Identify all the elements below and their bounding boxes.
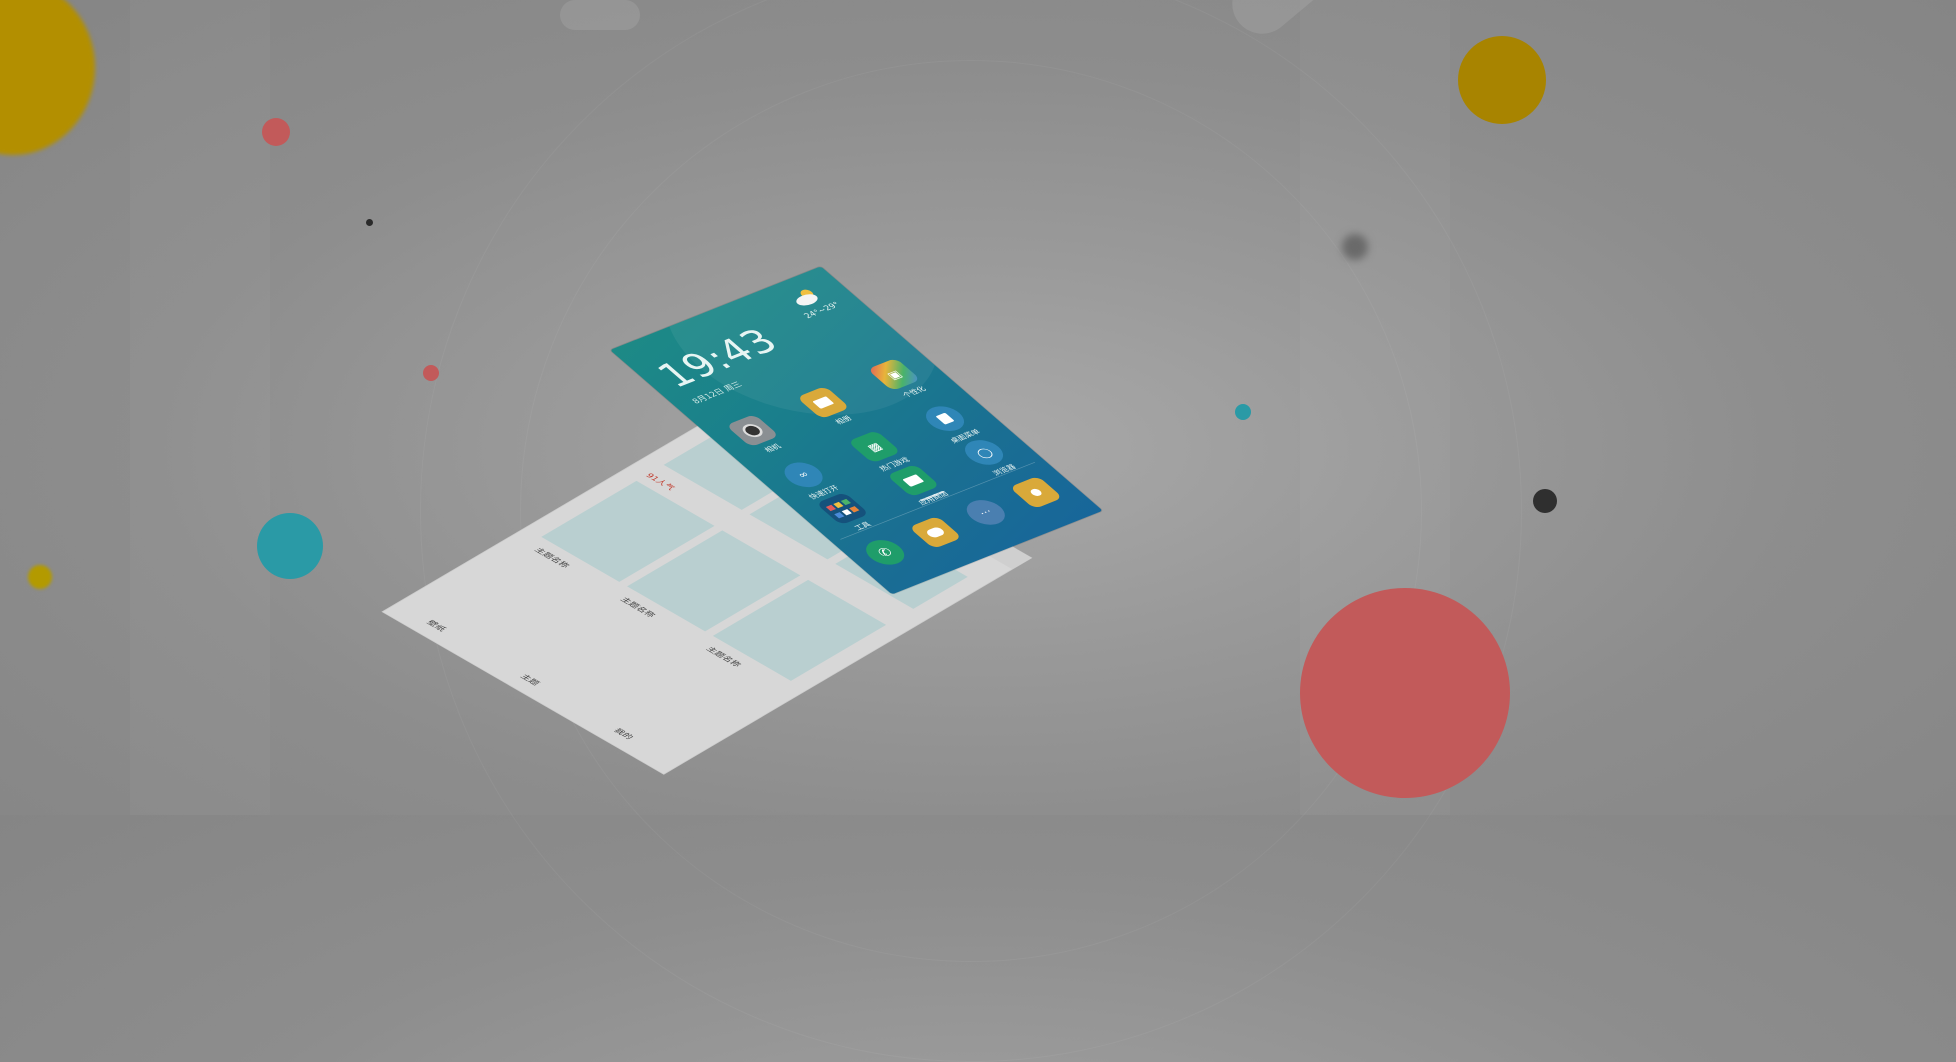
dock-phone[interactable]: ✆ xyxy=(851,533,920,572)
gray-dot-blurred xyxy=(1342,234,1368,260)
black-dot xyxy=(366,219,373,226)
contacts-icon xyxy=(1009,475,1063,510)
nav-theme: 主题 xyxy=(517,673,541,687)
yellow-dot-right xyxy=(1458,36,1546,124)
dark-dot xyxy=(1533,489,1557,513)
nav-wallpaper: 壁纸 xyxy=(424,619,448,633)
background-stripe xyxy=(130,0,270,815)
red-dot-large xyxy=(1300,588,1510,798)
app-drawer-icon: ⋯ xyxy=(958,495,1013,530)
dock-messages[interactable] xyxy=(901,513,970,552)
teal-dot xyxy=(257,513,323,579)
yellow-dot-large xyxy=(0,0,95,155)
dock-app-drawer[interactable]: ⋯ xyxy=(951,493,1020,532)
messages-icon xyxy=(908,515,963,549)
yellow-dot-small xyxy=(28,565,52,589)
decorative-line xyxy=(560,0,640,30)
phone-icon: ✆ xyxy=(858,535,913,569)
teal-dot-small xyxy=(1235,404,1251,420)
red-dot xyxy=(262,118,290,146)
red-dot-small xyxy=(423,365,439,381)
dock-contacts[interactable] xyxy=(1002,473,1071,512)
nav-mine: 我的 xyxy=(611,727,635,741)
app-camera[interactable]: 相机 xyxy=(718,411,798,460)
